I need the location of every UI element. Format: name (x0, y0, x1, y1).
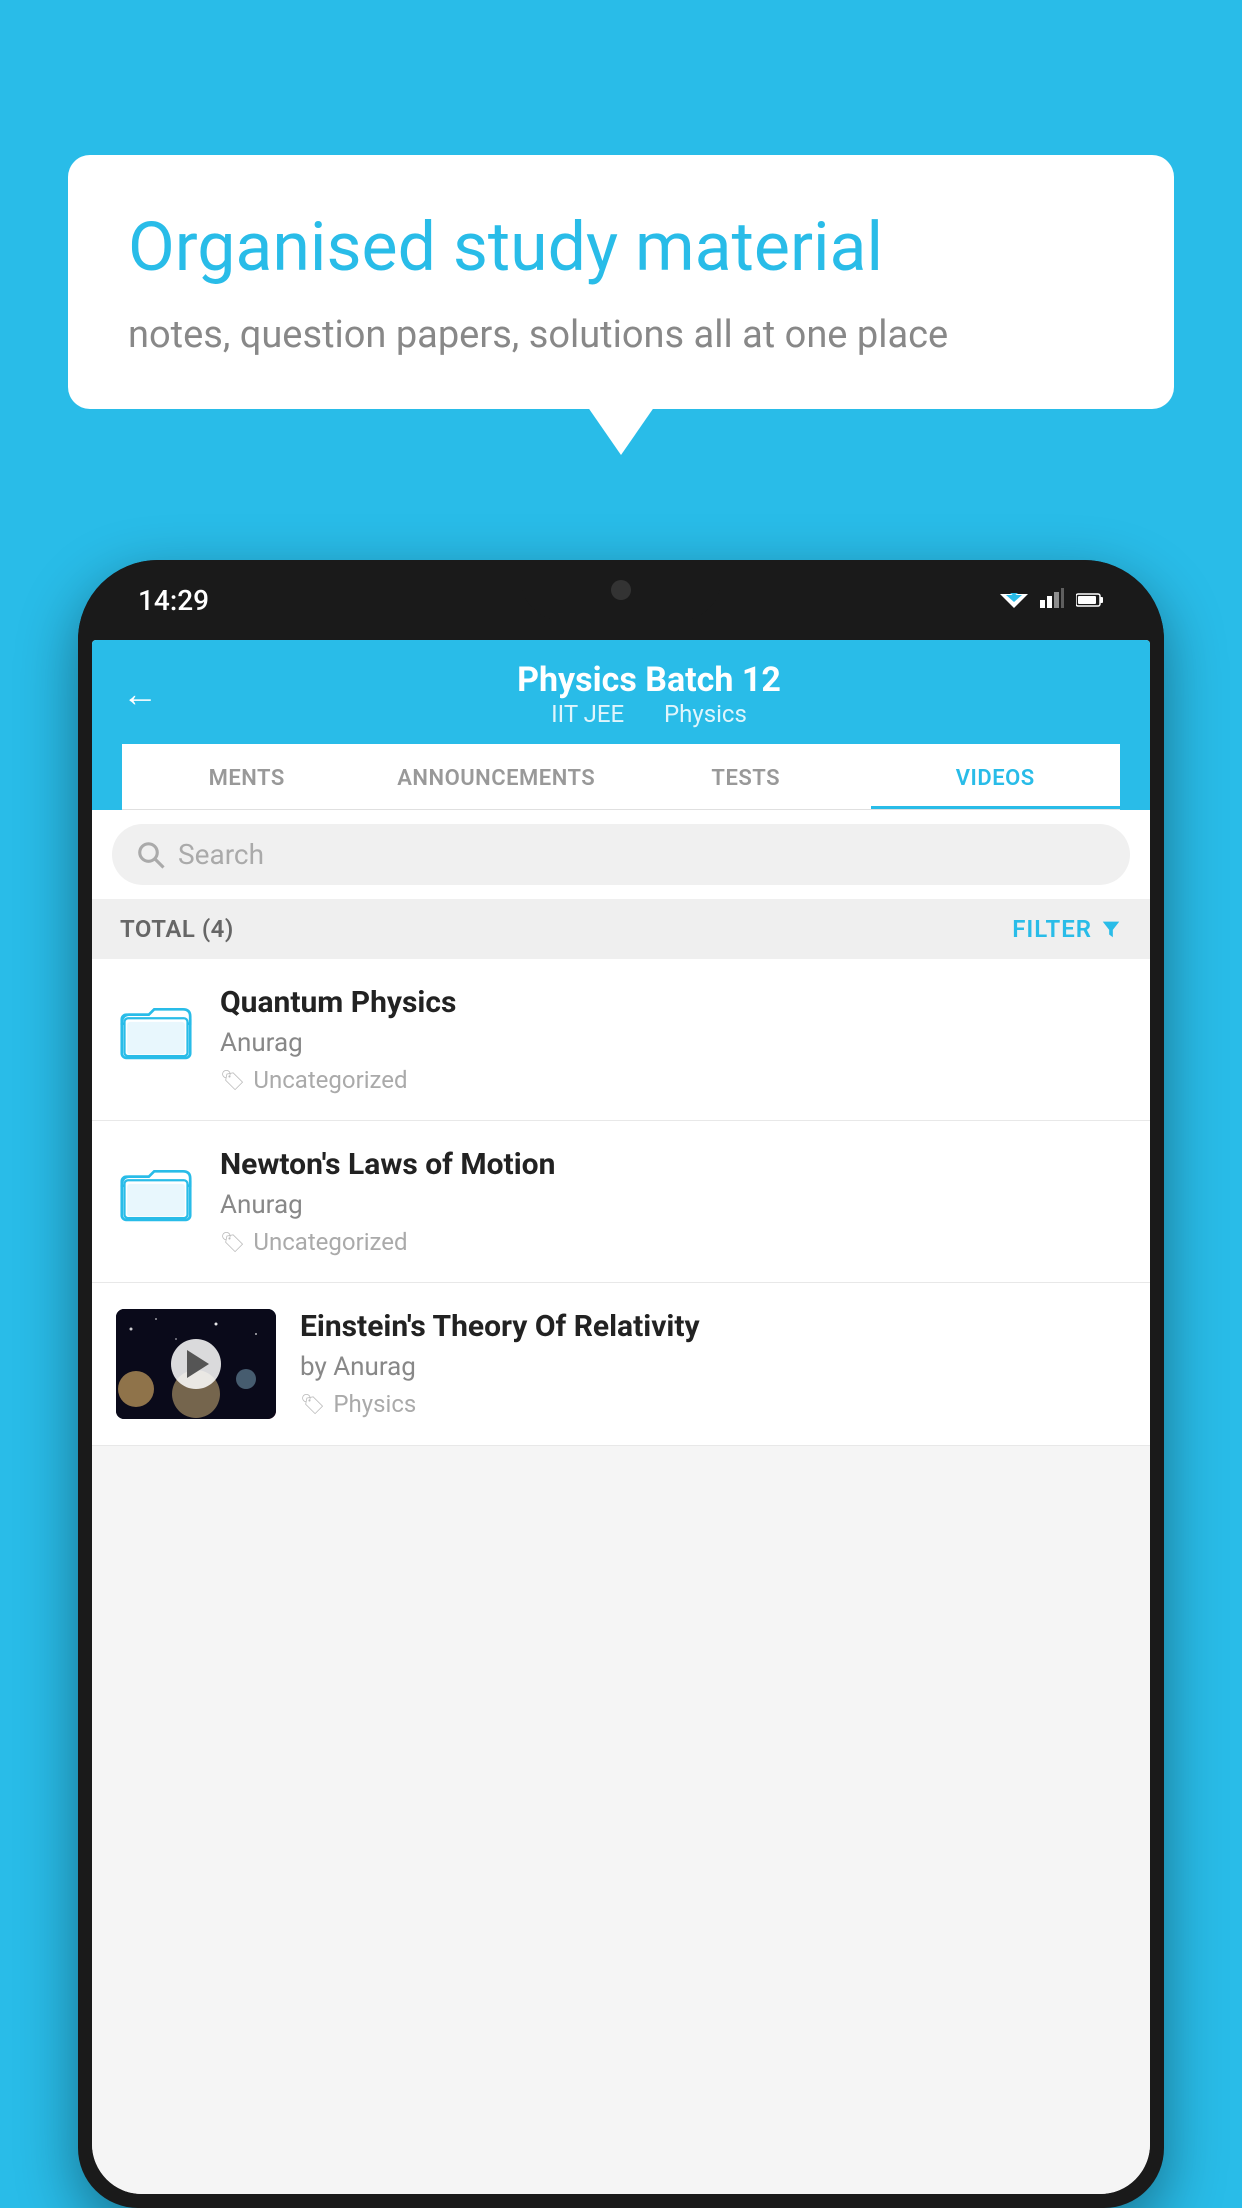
video-thumbnail (116, 1309, 276, 1419)
tag-icon: 🏷 (220, 1230, 245, 1254)
camera (611, 580, 631, 600)
tag-label: Uncategorized (253, 1228, 407, 1256)
video-author: Anurag (220, 1190, 1126, 1220)
video-title: Quantum Physics (220, 985, 1126, 1020)
app-header: ← Physics Batch 12 IIT JEE Physics MENTS… (92, 640, 1150, 810)
status-icons (1000, 586, 1104, 614)
speech-bubble-subtitle: notes, question papers, solutions all at… (128, 313, 1114, 357)
batch-subtitle: IIT JEE Physics (178, 700, 1120, 728)
tab-ments[interactable]: MENTS (122, 744, 372, 809)
video-tag: 🏷 Uncategorized (220, 1228, 1126, 1256)
video-list: Quantum Physics Anurag 🏷 Uncategorized (92, 959, 1150, 1446)
phone-screen: ← Physics Batch 12 IIT JEE Physics MENTS… (92, 640, 1150, 2194)
filter-icon (1100, 918, 1122, 940)
tag-label: Uncategorized (253, 1066, 407, 1094)
folder-icon (120, 994, 192, 1066)
play-icon (187, 1350, 209, 1378)
list-item[interactable]: Newton's Laws of Motion Anurag 🏷 Uncateg… (92, 1121, 1150, 1283)
wifi-icon (1000, 586, 1028, 614)
app-header-top: ← Physics Batch 12 IIT JEE Physics (122, 660, 1120, 744)
folder-icon-wrapper (116, 1147, 196, 1237)
tabs-bar: MENTS ANNOUNCEMENTS TESTS VIDEOS (122, 744, 1120, 810)
list-item[interactable]: Quantum Physics Anurag 🏷 Uncategorized (92, 959, 1150, 1121)
battery-icon (1076, 586, 1104, 614)
phone-notch (521, 560, 721, 620)
video-title: Newton's Laws of Motion (220, 1147, 1126, 1182)
batch-title: Physics Batch 12 (178, 660, 1120, 700)
folder-icon (120, 1156, 192, 1228)
search-placeholder: Search (178, 838, 264, 871)
video-info: Quantum Physics Anurag 🏷 Uncategorized (220, 985, 1126, 1094)
video-tag: 🏷 Uncategorized (220, 1066, 1126, 1094)
video-info: Newton's Laws of Motion Anurag 🏷 Uncateg… (220, 1147, 1126, 1256)
subject-tag-physics: Physics (664, 700, 747, 728)
speech-bubble: Organised study material notes, question… (68, 155, 1174, 409)
video-info: Einstein's Theory Of Relativity by Anura… (300, 1309, 1126, 1418)
play-button[interactable] (171, 1339, 221, 1389)
tab-videos[interactable]: VIDEOS (871, 744, 1121, 809)
search-bar[interactable]: Search (112, 824, 1130, 885)
tab-announcements[interactable]: ANNOUNCEMENTS (372, 744, 622, 809)
folder-icon-wrapper (116, 985, 196, 1075)
search-bar-wrapper: Search (92, 810, 1150, 899)
speech-bubble-title: Organised study material (128, 207, 1114, 289)
total-count: TOTAL (4) (120, 915, 234, 943)
video-author: Anurag (220, 1028, 1126, 1058)
back-button[interactable]: ← (122, 673, 158, 715)
video-author: by Anurag (300, 1352, 1126, 1382)
signal-icon (1040, 586, 1064, 614)
phone-frame: 14:29 (78, 560, 1164, 2208)
tab-tests[interactable]: TESTS (621, 744, 871, 809)
filter-label: FILTER (1012, 915, 1092, 943)
filter-button[interactable]: FILTER (1012, 915, 1122, 943)
video-title: Einstein's Theory Of Relativity (300, 1309, 1126, 1344)
header-title-block: Physics Batch 12 IIT JEE Physics (178, 660, 1120, 728)
status-bar: 14:29 (78, 560, 1164, 640)
filter-bar: TOTAL (4) FILTER (92, 899, 1150, 959)
list-item[interactable]: Einstein's Theory Of Relativity by Anura… (92, 1283, 1150, 1446)
tag-icon: 🏷 (300, 1392, 325, 1416)
tag-icon: 🏷 (220, 1068, 245, 1092)
tag-label: Physics (333, 1390, 416, 1418)
video-tag: 🏷 Physics (300, 1390, 1126, 1418)
content-area: Search TOTAL (4) FILTER (92, 810, 1150, 2194)
subject-tag-iit: IIT JEE (551, 700, 624, 728)
speech-bubble-container: Organised study material notes, question… (68, 155, 1174, 409)
search-icon (136, 840, 166, 870)
status-time: 14:29 (138, 584, 209, 617)
